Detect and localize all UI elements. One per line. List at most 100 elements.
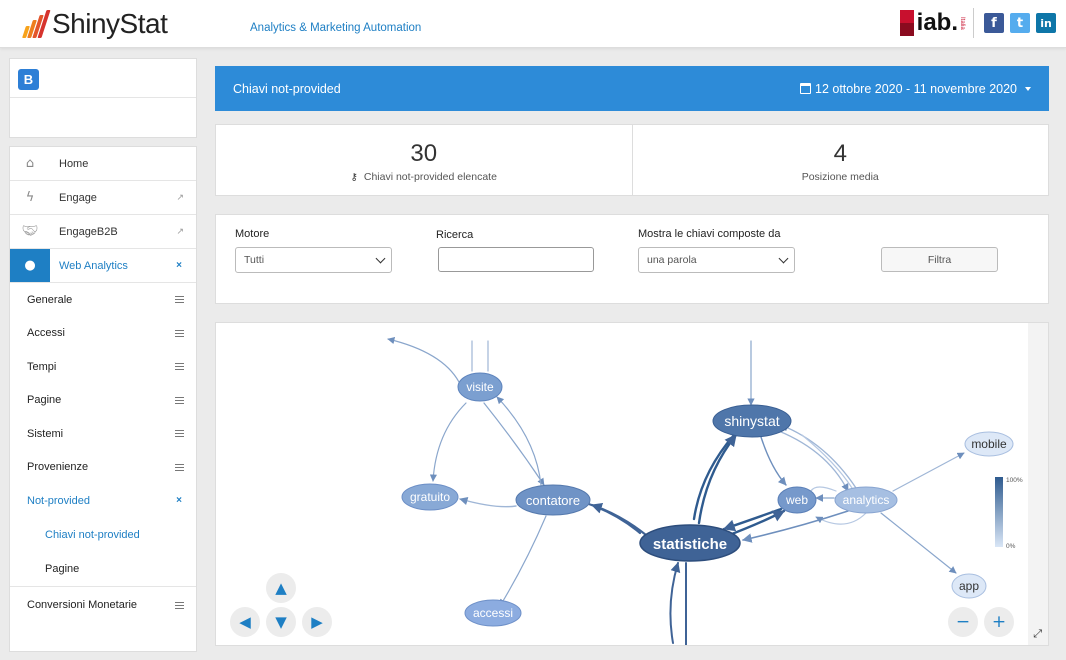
pan-down-button[interactable]: ▼ (266, 607, 296, 637)
caret-down-icon (1025, 86, 1031, 91)
edge (387, 337, 462, 387)
sidebar-item-label: Web Analytics (59, 259, 128, 272)
linkedin-icon[interactable]: in (1036, 13, 1056, 33)
edge (584, 501, 642, 535)
sidebar-item-engage[interactable]: ϟ Engage ↗ (10, 181, 196, 215)
facebook-icon[interactable]: f (984, 13, 1004, 33)
top-header: ShinyStat Analytics & Marketing Automati… (0, 0, 1066, 48)
composte-value: una parola (647, 254, 697, 266)
edge (892, 452, 965, 492)
submenu-label: Accessi (27, 327, 65, 340)
date-range-picker[interactable]: 12 ottobre 2020 - 11 novembre 2020 (800, 82, 1031, 96)
submenu-conversioni-monetarie[interactable]: Conversioni Monetarie (10, 585, 196, 623)
stat-value: 30 (410, 140, 438, 167)
home-icon: ⌂ (25, 156, 35, 171)
twitter-glyph: t (1016, 15, 1024, 31)
submenu-provenienze[interactable]: Provenienze (10, 451, 196, 485)
submenu-chiavi-not-provided[interactable]: Chiavi not-provided (10, 518, 196, 552)
node-label: web (785, 493, 808, 507)
external-link-icon: ↗ (176, 192, 184, 203)
divider (10, 97, 196, 98)
facebook-glyph: f (991, 15, 997, 31)
close-icon[interactable]: × (176, 260, 182, 271)
motore-select[interactable]: Tutti (235, 247, 392, 273)
external-link-icon: ↗ (176, 226, 184, 237)
legend-min: 0% (1006, 543, 1016, 550)
node-analytics: analytics (834, 486, 898, 514)
tagline: Analytics & Marketing Automation (250, 22, 422, 34)
submenu-tempi[interactable]: Tempi (10, 350, 196, 384)
shinystat-logo[interactable]: ShinyStat (22, 6, 168, 42)
submenu-pagine[interactable]: Pagine (10, 384, 196, 418)
graph-nodes: visite gratuito contatore accessi statis… (401, 372, 1014, 627)
stat-caption: Posizione media (801, 171, 879, 183)
submenu-label: Pagine (27, 394, 62, 407)
node-label: accessi (473, 606, 513, 620)
node-mobile: mobile (964, 431, 1014, 457)
ricerca-input[interactable] (438, 247, 594, 272)
node-label: gratuito (410, 490, 450, 504)
node-contatore: contatore (515, 484, 591, 516)
pan-right-button[interactable]: ▶ (302, 607, 332, 637)
submenu-accessi[interactable]: Accessi (10, 317, 196, 351)
ricerca-label: Ricerca (436, 229, 474, 241)
iab-logo[interactable]: iab. Italia (899, 8, 974, 38)
submenu-label: Pagine (45, 562, 80, 575)
submenu-sistemi[interactable]: Sistemi (10, 417, 196, 451)
node-app: app (951, 573, 987, 599)
submenu-label: Conversioni Monetarie (27, 598, 138, 611)
node-label: statistiche (653, 536, 727, 553)
stat-caption: Chiavi not-provided elencate (363, 171, 497, 183)
close-icon[interactable]: × (176, 495, 182, 506)
twitter-icon[interactable]: t (1010, 13, 1030, 33)
filtra-button[interactable]: Filtra (881, 247, 998, 272)
iab-flag-icon (899, 10, 914, 36)
sidebar-item-engageb2b[interactable]: 🤝︎ EngageB2B ↗ (10, 215, 196, 249)
zoom-in-button[interactable]: + (984, 607, 1014, 637)
pan-left-button[interactable]: ◀ (230, 607, 260, 637)
submenu-label: Sistemi (27, 427, 64, 440)
brand-name: ShinyStat (52, 8, 168, 39)
edge (483, 402, 545, 486)
menu-icon (175, 396, 184, 404)
globe-icon: ● (10, 249, 50, 282)
stat-chiavi: 30 ⚷ Chiavi not-provided elencate (216, 125, 632, 195)
menu-icon (175, 363, 184, 370)
node-web: web (777, 486, 817, 514)
bolt-icon: ϟ (25, 190, 35, 205)
fullscreen-icon[interactable]: ⤢ (1033, 627, 1042, 641)
submenu-not-provided-pagine[interactable]: Pagine (10, 552, 196, 586)
stats-panel: 30 ⚷ Chiavi not-provided elencate 4 Posiz… (215, 124, 1049, 196)
zoom-out-button[interactable]: − (948, 607, 978, 637)
node-label: mobile (971, 437, 1007, 451)
iab-subtext: Italia (959, 16, 965, 30)
menu-icon (175, 296, 184, 303)
chevron-down-icon (375, 253, 386, 264)
date-range-text: 12 ottobre 2020 - 11 novembre 2020 (815, 81, 1017, 96)
linkedin-glyph: in (1040, 16, 1052, 30)
key-icon: ⚷ (350, 171, 358, 183)
submenu-not-provided[interactable]: Not-provided × (10, 484, 196, 518)
node-shinystat: shinystat (712, 404, 792, 438)
sidebar-item-web-analytics[interactable]: ● Web Analytics × (10, 249, 196, 283)
keyword-network-graph[interactable]: visite gratuito contatore accessi statis… (215, 322, 1049, 646)
edge (429, 402, 467, 482)
chevron-down-icon (778, 253, 789, 264)
scrollbar[interactable] (1028, 323, 1048, 645)
submenu-generale[interactable]: Generale (10, 283, 196, 317)
submenu-label: Tempi (27, 360, 57, 373)
stat-value: 4 (833, 140, 847, 167)
edge (459, 496, 517, 508)
composte-select[interactable]: una parola (638, 247, 795, 273)
menu-icon (175, 601, 184, 609)
node-visite: visite (457, 372, 503, 402)
node-label: contatore (526, 493, 580, 508)
node-accessi: accessi (464, 599, 522, 627)
account-logo-icon[interactable]: B (18, 69, 39, 90)
page-title-bar: Chiavi not-provided 12 ottobre 2020 - 11… (215, 66, 1049, 111)
sidebar-item-home[interactable]: ⌂ Home (10, 147, 196, 181)
handshake-icon: 🤝︎ (21, 224, 39, 239)
submenu-label: Provenienze (27, 461, 89, 474)
pan-up-button[interactable]: ▲ (266, 573, 296, 603)
intensity-legend (995, 477, 1003, 547)
